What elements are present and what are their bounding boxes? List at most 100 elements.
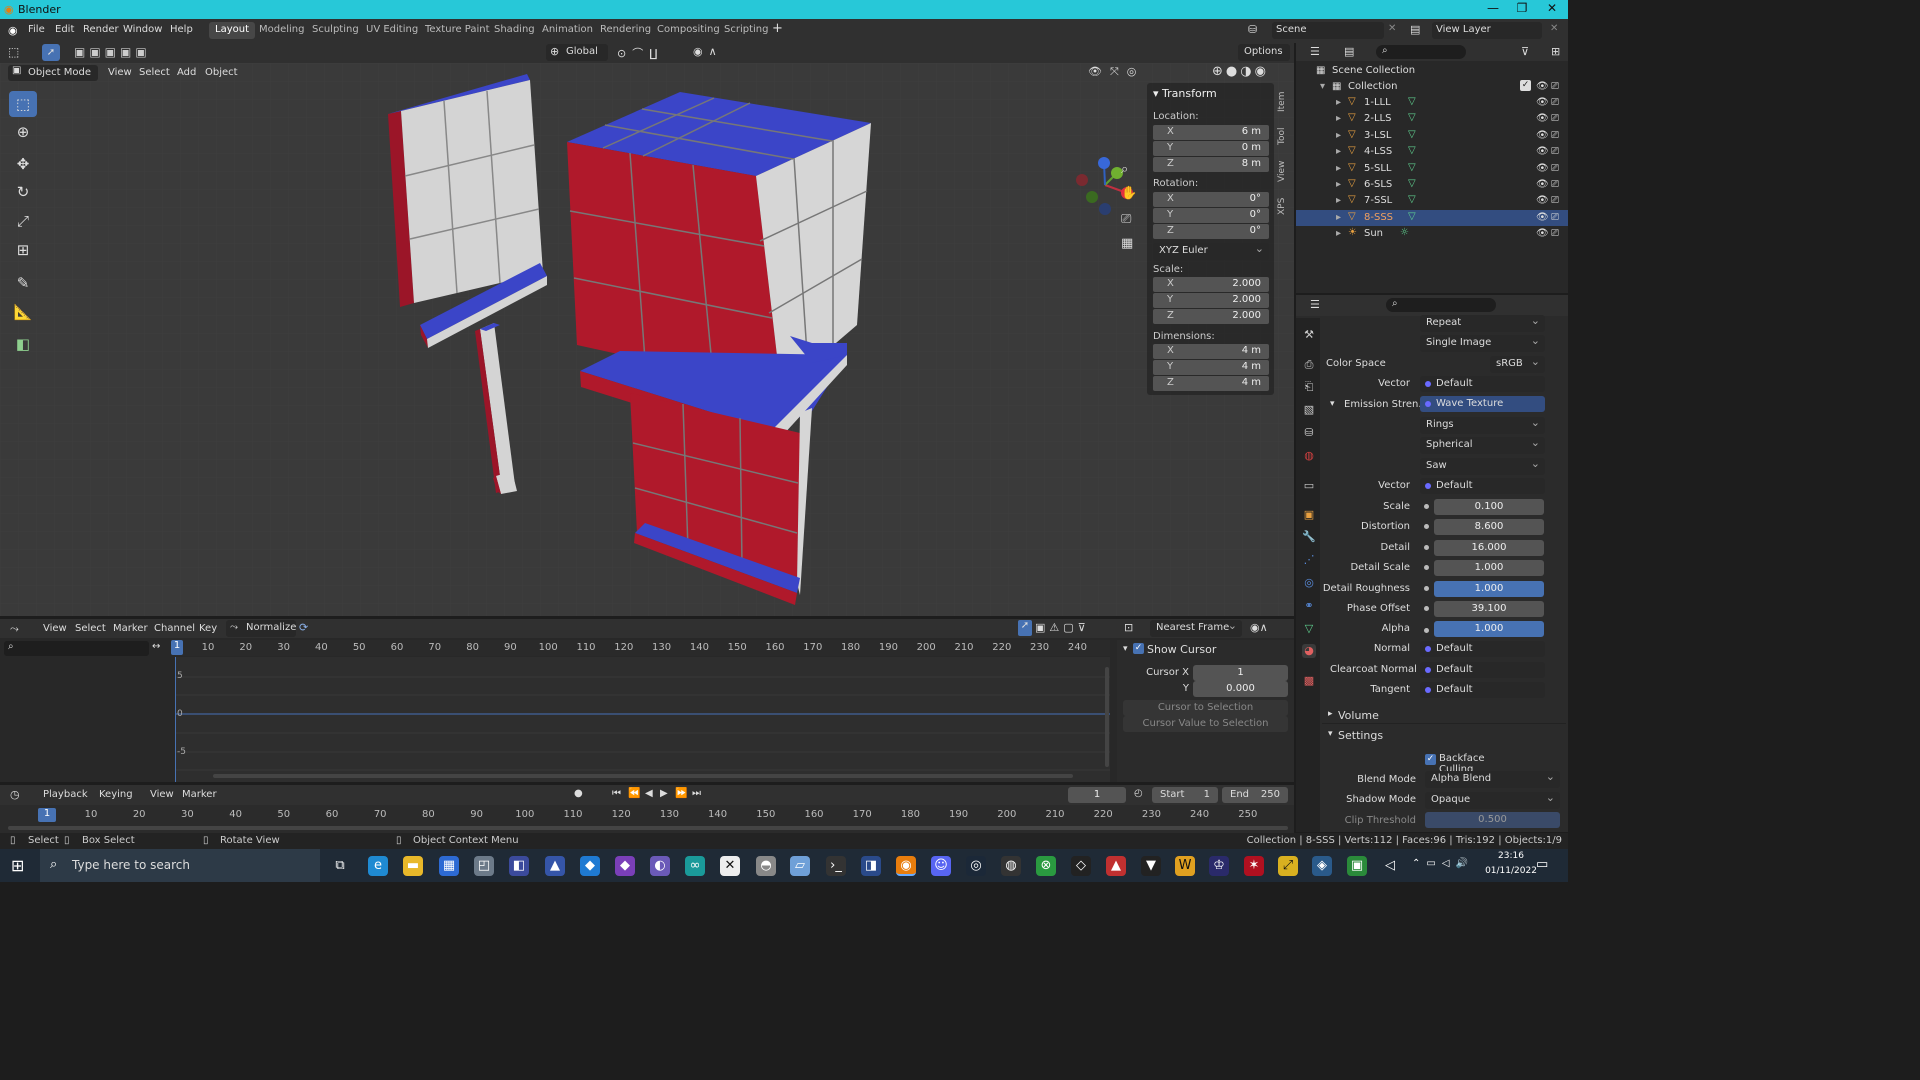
location-z-field[interactable]: Z 8 m — [1153, 157, 1269, 172]
viewport-overlay-icons[interactable]: 👁⤧◎ — [1088, 65, 1144, 79]
show-cursor-checkbox[interactable]: ✓ — [1133, 643, 1144, 654]
collapse-arrow-icon[interactable]: ▾ — [1123, 644, 1128, 654]
viewport-menu-add[interactable]: Add — [177, 67, 196, 78]
zoom-icon[interactable]: ⌕ — [1121, 162, 1128, 177]
app-icon-23[interactable]: ▼ — [1141, 856, 1161, 876]
menu-edit[interactable]: Edit — [55, 24, 74, 35]
pan-hand-icon[interactable]: ✋ — [1121, 185, 1137, 201]
numeric-property-field[interactable]: 0.100 — [1434, 499, 1544, 515]
app-icon-26[interactable]: ✶ — [1244, 856, 1264, 876]
system-tray-icons[interactable]: ⌃▭◁🔊 — [1412, 858, 1474, 869]
visibility-eye-icon[interactable]: 👁 — [1536, 195, 1549, 206]
visibility-eye-icon[interactable]: 👁 — [1536, 163, 1549, 174]
workspace-tab-texture-paint[interactable]: Texture Paint — [419, 22, 496, 39]
workspace-tab-animation[interactable]: Animation — [536, 22, 599, 39]
app-icon-6[interactable]: ▲ — [545, 856, 565, 876]
vector2-socket[interactable]: Default — [1420, 478, 1545, 494]
visual-studio-icon[interactable]: ◆ — [615, 856, 635, 876]
blender-taskbar-icon[interactable]: ◉ — [896, 856, 916, 876]
extension-dropdown[interactable]: Repeat — [1420, 314, 1545, 332]
jump-start-icon[interactable]: ⏮ — [612, 788, 621, 799]
view-layer-selector[interactable]: View Layer — [1432, 22, 1542, 39]
transform-panel-header[interactable]: ▾ Transform — [1153, 87, 1217, 100]
store-icon[interactable]: ▦ — [439, 856, 459, 876]
render-camera-icon[interactable]: ⎚ — [1551, 97, 1559, 108]
arduino-icon[interactable]: ∞ — [685, 856, 705, 876]
workspace-tab-shading[interactable]: Shading — [488, 22, 541, 39]
visibility-eye-icon[interactable]: 👁 — [1536, 228, 1549, 239]
proportional-icon[interactable]: ◉∧ — [1250, 621, 1268, 634]
expand-arrow-icon[interactable]: ▸ — [1336, 179, 1341, 190]
measure-tool-icon[interactable]: 📐 — [9, 299, 37, 325]
add-cube-tool-icon[interactable]: ◧ — [9, 331, 37, 357]
selection-mode-icons[interactable]: ▣▣▣▣▣ — [74, 45, 151, 59]
workspace-tab-rendering[interactable]: Rendering — [594, 22, 657, 39]
timeline-menu-playback[interactable]: Playback — [43, 789, 88, 800]
outliner-row-object[interactable]: ▸ ▽ 1-LLL ▽ 👁 ⎚ — [1296, 95, 1568, 111]
outliner-row-object[interactable]: ▸ ▽ 8-SSS ▽ 👁 ⎚ — [1296, 209, 1568, 226]
graph-menu-select[interactable]: Select — [75, 623, 106, 634]
scale-y-field[interactable]: Y 2.000 — [1153, 293, 1269, 308]
viewport-menu-view[interactable]: View — [108, 67, 132, 78]
outliner-row-object[interactable]: ▸ ▽ 5-SLL ▽ 👁 ⎚ — [1296, 161, 1568, 177]
alpha-field[interactable]: 1.000 — [1434, 621, 1544, 637]
socket-dot-icon[interactable] — [1424, 585, 1429, 591]
visibility-eye-icon[interactable]: 👁 — [1536, 81, 1549, 92]
output-tab-icon[interactable]: ⎗ — [1302, 380, 1316, 394]
material-tab-icon[interactable]: ◕ — [1302, 644, 1316, 658]
view-layer-icon[interactable]: ▤ — [1410, 23, 1420, 36]
workspace-tab-layout[interactable]: Layout — [209, 22, 255, 39]
record-icon[interactable]: ● — [574, 788, 583, 799]
expand-arrow-icon[interactable]: ▸ — [1336, 146, 1341, 157]
windows-start-icon[interactable]: ⊞ — [11, 856, 24, 875]
3d-viewport[interactable]: ⌕ ✋ ⎚ ▦ Object Mode ▣ View Select Add Ob… — [0, 63, 1294, 616]
clearcoat-normal-socket[interactable]: Default — [1420, 662, 1545, 678]
app-icon-5[interactable]: ◧ — [509, 856, 529, 876]
app-icon-15[interactable]: ◨ — [861, 856, 881, 876]
dimensions-z-field[interactable]: Z 4 m — [1153, 376, 1269, 391]
refresh-icon[interactable]: ⟳ — [299, 621, 308, 634]
projection-dropdown[interactable]: Single Image — [1420, 334, 1545, 352]
collection-checkbox[interactable]: ✓ — [1520, 80, 1531, 91]
shadow-mode-dropdown[interactable]: Opaque — [1425, 791, 1560, 809]
new-collection-icon[interactable]: ⊞ — [1551, 45, 1560, 58]
outliner-row-object[interactable]: ▸ ▽ 7-SSL ▽ 👁 ⎚ — [1296, 193, 1568, 209]
graph-editor-icon[interactable]: ⤳ — [10, 622, 19, 636]
notification-icon[interactable]: ▭ — [1536, 857, 1548, 872]
socket-dot-icon[interactable] — [1424, 504, 1429, 509]
numeric-property-field[interactable]: 16.000 — [1434, 539, 1544, 556]
render-camera-icon[interactable]: ⎚ — [1551, 113, 1559, 124]
outliner-row-object[interactable]: ▸ ▽ 3-LSL ▽ 👁 ⎚ — [1296, 128, 1568, 144]
physics-tab-icon[interactable]: ◎ — [1302, 576, 1316, 590]
move-tool-icon[interactable]: ✥ — [9, 151, 37, 177]
numeric-property-field[interactable]: 1.000 — [1434, 580, 1544, 597]
options-dropdown[interactable]: Options — [1238, 44, 1290, 61]
end-frame-field[interactable]: End 250 — [1222, 787, 1288, 803]
outliner-row-scene-collection[interactable]: ▦ Scene Collection — [1296, 63, 1568, 79]
add-workspace-button[interactable]: + — [772, 21, 783, 36]
cursor-x-field[interactable]: 1 — [1193, 665, 1288, 681]
volume-panel-header[interactable]: ▸ Volume — [1322, 706, 1566, 724]
graph-menu-key[interactable]: Key — [199, 623, 217, 634]
current-frame-field[interactable]: 1 — [1068, 787, 1126, 803]
taskbar-search-input[interactable]: ⌕ Type here to search — [40, 849, 320, 882]
render-camera-icon[interactable]: ⎚ — [1551, 212, 1559, 223]
app-icon-29[interactable]: ▣ — [1347, 856, 1367, 876]
scene-close-icon[interactable]: ✕ — [1388, 23, 1396, 34]
app-icon-25[interactable]: ♔ — [1209, 856, 1229, 876]
modifier-tab-icon[interactable]: 🔧 — [1302, 530, 1316, 544]
graph-menu-view[interactable]: View — [43, 623, 67, 634]
sidebar-tab-item[interactable]: Item — [1277, 89, 1291, 115]
maximize-button[interactable]: ❐ — [1507, 1, 1537, 15]
outliner-row-object[interactable]: ▸ ▽ 6-SLS ▽ 👁 ⎚ — [1296, 177, 1568, 193]
clip-threshold-field[interactable]: 0.500 — [1425, 812, 1560, 828]
annotate-tool-icon[interactable]: ✎ — [9, 270, 37, 296]
pivot-icon[interactable]: ⊡ — [1124, 621, 1133, 634]
edge-icon[interactable]: e — [368, 856, 388, 876]
outliner-row-collection[interactable]: ▾ ▦ Collection ✓ 👁 ⎚ — [1296, 79, 1568, 95]
scale-z-field[interactable]: Z 2.000 — [1153, 309, 1269, 324]
outliner-row-object[interactable]: ▸ ▽ 4-LSS ▽ 👁 ⎚ — [1296, 144, 1568, 160]
render-camera-icon[interactable]: ⎚ — [1551, 195, 1559, 206]
settings-panel-header[interactable]: ▾ Settings — [1322, 726, 1566, 744]
texture-tab-icon[interactable]: ▩ — [1302, 674, 1316, 688]
